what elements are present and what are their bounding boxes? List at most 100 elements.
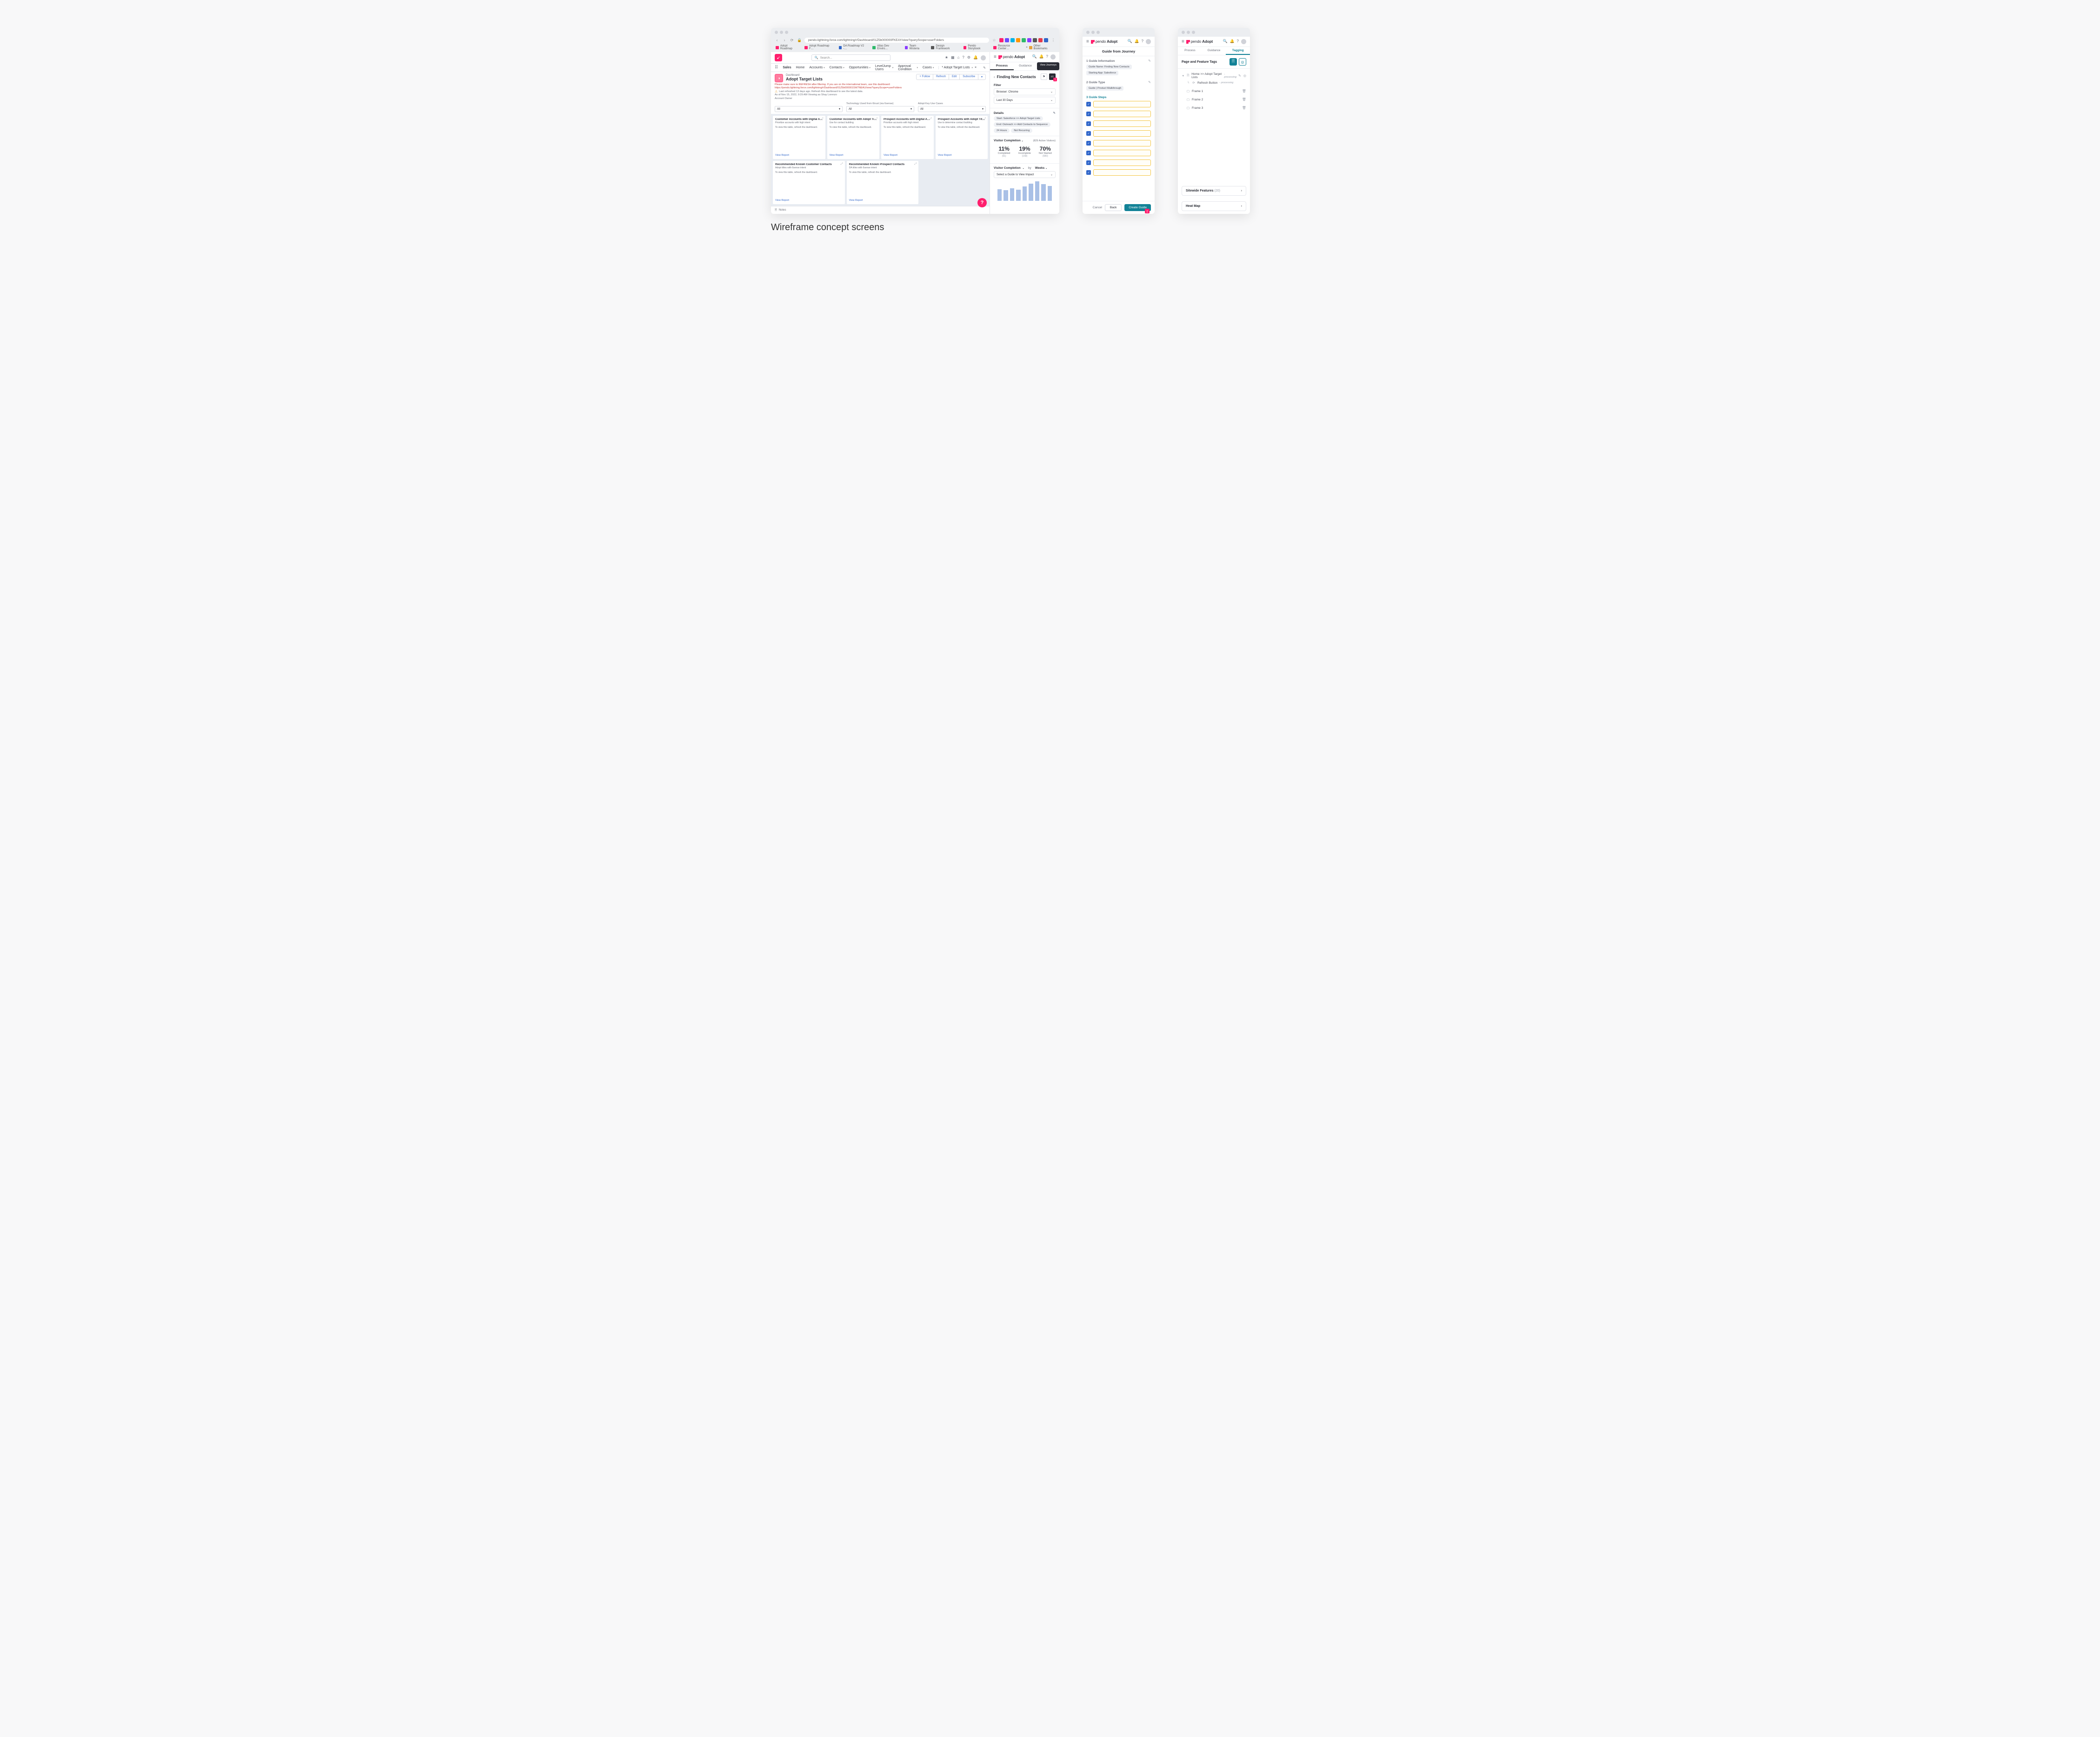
ext-icon[interactable] <box>1022 38 1026 42</box>
help-fab[interactable]: ? <box>977 198 987 207</box>
view-report-link[interactable]: View Report <box>775 199 843 202</box>
guide-impact-select[interactable]: Select a Guide to View Impact⌄ <box>994 171 1056 178</box>
star-icon[interactable]: ★ <box>945 55 948 60</box>
filter-select[interactable]: All▾ <box>846 106 914 112</box>
app-launcher-icon[interactable]: ⠿ <box>775 65 778 70</box>
bookmark-item[interactable]: DA Roadmap V2 -… <box>839 45 868 50</box>
url-bar[interactable]: pendo.lightning.force.com/lightning/r/Da… <box>804 38 989 43</box>
grid-icon[interactable]: ▦ <box>951 55 955 60</box>
ext-icon[interactable] <box>1016 38 1020 42</box>
view-report-link[interactable]: View Report <box>884 154 931 157</box>
nav-leveljump[interactable]: LevelJump Users▾ <box>875 65 893 71</box>
trash-icon[interactable]: 🗑 <box>1242 98 1246 101</box>
ext-icon[interactable] <box>999 38 1003 42</box>
step-checkbox[interactable]: ✓ <box>1086 151 1091 155</box>
refresh-button[interactable]: Refresh <box>933 74 949 80</box>
step-input[interactable] <box>1093 130 1151 137</box>
nav-accounts[interactable]: Accounts▾ <box>809 66 824 69</box>
tree-frame-row[interactable]: ▢ Frame 1 🗑 <box>1182 88 1246 94</box>
view-report-link[interactable]: View Report <box>775 154 823 157</box>
bell-icon[interactable]: 🔔 <box>973 55 978 60</box>
expand-icon[interactable]: ⤢ <box>875 118 877 121</box>
view-report-link[interactable]: View Report <box>830 154 877 157</box>
bookmark-item[interactable]: Pendo Storybook <box>964 45 989 50</box>
weeks-dropdown[interactable]: Weeks ⌄ <box>1035 166 1048 170</box>
bookmark-item[interactable]: Atlas Dev Enviro… <box>872 45 900 50</box>
step-checkbox[interactable]: ✓ <box>1086 141 1091 146</box>
view-journeys-button[interactable]: View Journeys <box>1037 62 1059 70</box>
guide-step[interactable]: ✓ <box>1086 150 1151 156</box>
avatar[interactable] <box>1050 54 1056 60</box>
search-icon[interactable]: 🔍 <box>1223 39 1228 44</box>
bell-icon[interactable]: 🔔 <box>1135 39 1139 44</box>
step-input[interactable] <box>1093 120 1151 127</box>
nav-open-tab[interactable]: * Adopt Target Lists▾× <box>938 66 977 69</box>
step-input[interactable] <box>1093 101 1151 107</box>
avatar[interactable] <box>1146 39 1151 44</box>
expand-icon[interactable]: ⤢ <box>821 118 824 121</box>
step-input[interactable] <box>1093 150 1151 156</box>
star-icon[interactable]: ☆ <box>992 38 997 43</box>
close-icon[interactable]: × <box>975 66 977 69</box>
edit-nav-icon[interactable]: ✎ <box>983 66 986 70</box>
search-icon[interactable]: 🔍 <box>1128 39 1132 44</box>
guide-step[interactable]: ✓ <box>1086 120 1151 127</box>
cancel-button[interactable]: Cancel <box>1093 206 1102 209</box>
filter-browser[interactable]: Browser: Chrome⌄ <box>994 88 1056 95</box>
trash-icon[interactable]: 🗑 <box>1242 106 1246 110</box>
tree-feature-row[interactable]: └ ⟳ Refresh Button - processing <box>1182 80 1246 86</box>
step-input[interactable] <box>1093 159 1151 166</box>
help-icon[interactable]: ? <box>1237 39 1239 44</box>
back-button[interactable]: Back <box>1105 204 1122 211</box>
back-icon[interactable]: ‹ <box>994 75 995 79</box>
sf-cloud-logo[interactable]: ➹ <box>775 54 782 61</box>
view-report-link[interactable]: View Report <box>849 199 917 202</box>
view-report-link[interactable]: View Report <box>938 154 986 157</box>
chevron-down-icon[interactable]: ▾ <box>1182 74 1185 78</box>
help-icon[interactable]: ? <box>1142 39 1143 44</box>
step-checkbox[interactable]: ✓ <box>1086 170 1091 175</box>
expand-icon[interactable]: ⤢ <box>841 163 843 166</box>
nav-contacts[interactable]: Contacts▾ <box>830 66 844 69</box>
follow-button[interactable]: + Follow <box>916 74 933 80</box>
step-checkbox[interactable]: ✓ <box>1086 112 1091 116</box>
hamburger-icon[interactable]: ≡ <box>1182 39 1184 44</box>
tab-tagging[interactable]: Tagging <box>1226 47 1250 55</box>
edit-icon[interactable]: ✎ <box>1148 80 1151 84</box>
bookmark-item[interactable]: Adopt Roadmap F… <box>804 45 834 50</box>
step-checkbox[interactable]: ✓ <box>1086 131 1091 136</box>
nav-cases[interactable]: Cases▾ <box>923 66 934 69</box>
search-icon[interactable]: 🔍 <box>1032 54 1037 60</box>
ext-icon[interactable] <box>1027 38 1031 42</box>
sitewide-features-accordion[interactable]: Sitewide Features (20) › <box>1182 186 1246 196</box>
ext-icon[interactable] <box>1044 38 1048 42</box>
filter-daterange[interactable]: Last 30 Days⌄ <box>994 97 1056 104</box>
avatar[interactable] <box>981 55 986 60</box>
create-guide-button[interactable]: Create Guide▯ <box>1124 204 1151 211</box>
avatar[interactable] <box>1241 39 1246 44</box>
expand-icon[interactable]: ⤢ <box>915 163 917 166</box>
notes-bar[interactable]: 🗎Notes <box>771 206 990 214</box>
edit-icon[interactable]: ✎ <box>1053 111 1056 115</box>
flag-icon[interactable]: ⚑ <box>1041 73 1047 80</box>
help-icon[interactable]: ? <box>1046 54 1048 60</box>
nav-approval[interactable]: Approval Condition▾ <box>898 65 918 71</box>
tree-page-row[interactable]: ▾ 🗎 Home >> Adopt Target Lists - process… <box>1182 72 1246 80</box>
nav-reload-icon[interactable]: ⟳ <box>790 38 794 43</box>
tab-process[interactable]: Process <box>990 62 1014 70</box>
step-checkbox[interactable]: ✓ <box>1086 102 1091 106</box>
bookmark-other[interactable]: » Other Bookmarks <box>1026 45 1055 50</box>
tab-guidance[interactable]: Guidance <box>1014 62 1037 70</box>
guide-step[interactable]: ✓ <box>1086 101 1151 107</box>
guide-step[interactable]: ✓ <box>1086 111 1151 117</box>
more-actions-button[interactable]: ▾ <box>978 74 986 80</box>
nav-opportunities[interactable]: Opportunities▾ <box>849 66 871 69</box>
ext-icon[interactable] <box>1038 38 1043 42</box>
edit-icon[interactable]: ✎ <box>1148 59 1151 63</box>
ext-icon[interactable] <box>1010 38 1015 42</box>
hamburger-icon[interactable]: ≡ <box>994 54 997 60</box>
ext-icon[interactable] <box>1005 38 1009 42</box>
hamburger-icon[interactable]: ≡ <box>1086 39 1089 44</box>
expand-icon[interactable]: ⤢ <box>984 118 986 121</box>
tab-guidance[interactable]: Guidance <box>1202 47 1226 55</box>
